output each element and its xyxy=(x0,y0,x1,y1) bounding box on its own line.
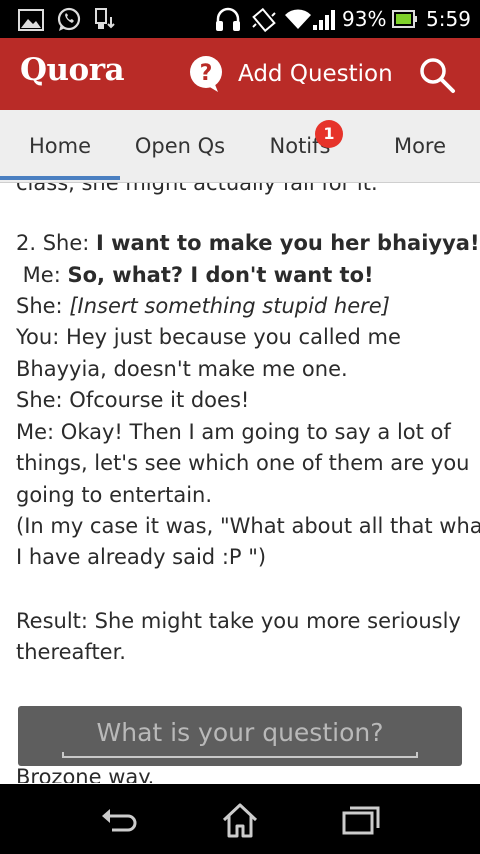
bold-quote: So, what? I don't want to! xyxy=(67,263,374,287)
headset-icon xyxy=(216,7,240,31)
answer-line: Me: So, what? I don't want to! xyxy=(16,263,374,287)
gallery-icon xyxy=(18,9,44,31)
answer-line: Result: She might take you more seriousl… xyxy=(16,609,461,633)
speaker-label: 2. She: xyxy=(16,231,97,255)
answer-line: things, let's see which one of them are … xyxy=(16,451,470,475)
speaker-label: She: xyxy=(16,294,70,318)
signal-icon xyxy=(313,10,335,30)
add-question-label: Add Question xyxy=(238,61,393,87)
wifi-icon xyxy=(285,9,311,29)
add-question-button[interactable]: ? Add Question xyxy=(186,54,393,94)
search-icon[interactable] xyxy=(418,56,456,94)
italic-quote: [Insert something stupid here] xyxy=(69,294,390,318)
back-icon[interactable] xyxy=(98,798,142,842)
answer-line: She: Ofcourse it does! xyxy=(16,388,250,412)
quora-logo[interactable]: Quora xyxy=(20,52,125,88)
active-tab-indicator xyxy=(0,176,120,180)
answer-line-cut: class, she might actually fall for it. xyxy=(16,183,378,195)
tab-notifications[interactable]: Notifs xyxy=(240,110,360,182)
answer-line: 2. She: I want to make you her bhaiyya! xyxy=(16,231,480,255)
bold-quote: I want to make you her bhaiyya! xyxy=(96,231,480,255)
question-input-bar[interactable]: What is your question? xyxy=(18,706,462,766)
answer-line: (In my case it was, "What about all that… xyxy=(16,514,480,538)
recent-apps-icon[interactable] xyxy=(338,798,382,842)
question-bubble-icon: ? xyxy=(190,56,222,92)
usb-download-icon xyxy=(95,8,115,29)
answer-line: thereafter. xyxy=(16,640,126,664)
system-nav-bar xyxy=(0,784,480,854)
svg-text:?: ? xyxy=(200,61,213,86)
answer-line: I have already said :P ") xyxy=(16,545,267,569)
answer-content: class, she might actually fall for it. 2… xyxy=(0,183,480,783)
tab-home[interactable]: Home xyxy=(0,110,120,182)
answer-line: going to entertain. xyxy=(16,483,213,507)
home-icon[interactable] xyxy=(218,798,262,842)
vibrate-icon xyxy=(252,7,276,33)
clock: 5:59 xyxy=(426,7,471,31)
battery-percent: 93% xyxy=(342,7,387,31)
status-bar: 93% 5:59 xyxy=(0,0,480,38)
input-underline xyxy=(62,752,418,758)
tab-more[interactable]: More xyxy=(360,110,480,182)
question-input-placeholder: What is your question? xyxy=(96,718,384,747)
answer-line: Me: Okay! Then I am going to say a lot o… xyxy=(16,420,451,444)
speaker-label: Me: xyxy=(16,263,68,287)
app-header: Quora ? Add Question xyxy=(0,38,480,110)
answer-line: Bhayyia, doesn't make me one. xyxy=(16,357,348,381)
tab-open-questions[interactable]: Open Qs xyxy=(120,110,240,182)
battery-icon xyxy=(392,10,417,28)
whatsapp-icon xyxy=(57,7,81,31)
tab-bar: Home Open Qs Notifs More 1 xyxy=(0,110,480,183)
answer-line: You: Hey just because you called me xyxy=(16,325,401,349)
notification-badge: 1 xyxy=(315,120,343,148)
answer-line: She: [Insert something stupid here] xyxy=(16,294,390,318)
answer-line-cut: Brozone way. xyxy=(16,765,155,783)
